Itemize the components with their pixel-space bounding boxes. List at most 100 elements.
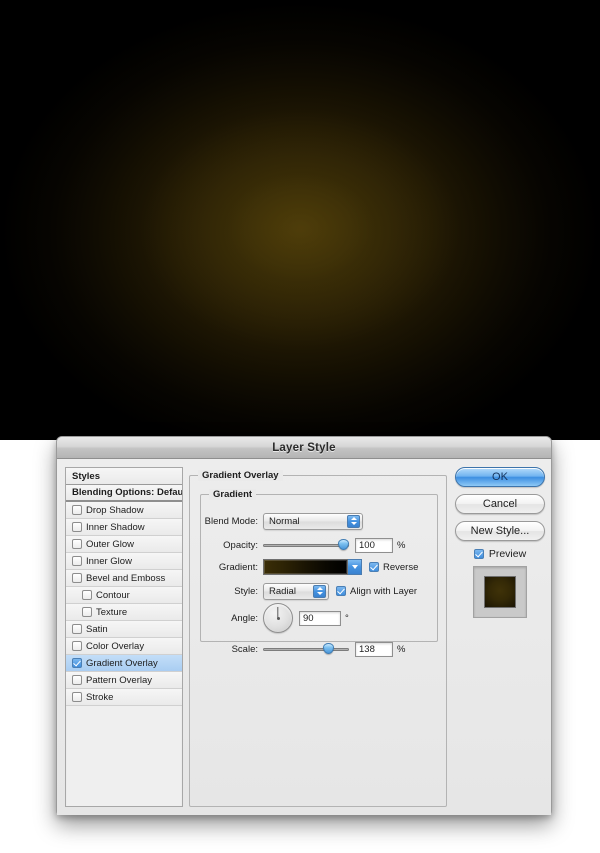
dialog-action-buttons: OK Cancel New Style... Preview: [455, 467, 545, 618]
radial-gradient-core: [0, 0, 600, 440]
reverse-checkbox-group[interactable]: Reverse: [369, 562, 418, 573]
opacity-input[interactable]: 100: [355, 537, 393, 553]
checkbox-align-with-layer[interactable]: [336, 586, 346, 596]
gradient-swatch[interactable]: [263, 559, 348, 575]
style-item-color-overlay[interactable]: Color Overlay: [66, 638, 182, 655]
styles-list-header[interactable]: Styles: [66, 468, 182, 485]
slider-thumb[interactable]: [338, 539, 349, 550]
blend-mode-row: Blend Mode: Normal: [201, 512, 437, 530]
checkbox-gradient-overlay[interactable]: [72, 658, 82, 668]
preview-thumbnail: [473, 566, 527, 618]
ok-button[interactable]: OK: [455, 467, 545, 487]
chevron-updown-icon[interactable]: [313, 584, 326, 598]
gradient-style-value: Radial: [269, 585, 296, 597]
align-with-layer-group[interactable]: Align with Layer: [336, 586, 417, 597]
new-style-button[interactable]: New Style...: [455, 521, 545, 541]
preview-thumbnail-swatch: [484, 576, 516, 608]
gradient-style-select[interactable]: Radial: [263, 582, 329, 600]
checkbox-color-overlay[interactable]: [72, 641, 82, 651]
blend-mode-value: Normal: [269, 515, 300, 527]
style-item-stroke[interactable]: Stroke: [66, 689, 182, 706]
checkbox-outer-glow[interactable]: [72, 539, 82, 549]
style-item-label: Satin: [86, 623, 108, 635]
style-item-label: Bevel and Emboss: [86, 572, 166, 584]
scale-unit: %: [397, 643, 406, 655]
styles-header-label: Styles: [72, 470, 100, 482]
checkbox-preview[interactable]: [473, 549, 484, 559]
checkbox-pattern-overlay[interactable]: [72, 675, 82, 685]
style-item-inner-shadow[interactable]: Inner Shadow: [66, 519, 182, 536]
dial-hub: [276, 616, 280, 620]
angle-input[interactable]: 90: [299, 610, 341, 626]
style-item-gradient-overlay[interactable]: Gradient Overlay: [66, 655, 182, 672]
opacity-slider[interactable]: [263, 538, 349, 552]
dialog-titlebar[interactable]: Layer Style: [57, 437, 551, 459]
gradient-overlay-group-legend: Gradient Overlay: [198, 470, 283, 481]
chevron-updown-icon[interactable]: [347, 514, 360, 528]
angle-value: 90: [303, 612, 314, 624]
blend-mode-select[interactable]: Normal: [263, 512, 363, 530]
angle-unit: °: [345, 612, 349, 624]
angle-dial[interactable]: [263, 603, 293, 633]
checkbox-inner-glow[interactable]: [72, 556, 82, 566]
checkbox-drop-shadow[interactable]: [72, 505, 82, 515]
slider-track: [263, 544, 349, 547]
style-item-label: Inner Shadow: [86, 521, 145, 533]
scale-input[interactable]: 138: [355, 641, 393, 657]
styles-list-panel[interactable]: Styles Blending Options: Default Drop Sh…: [65, 467, 183, 807]
angle-row: Angle: 90 °: [201, 601, 437, 635]
style-item-pattern-overlay[interactable]: Pattern Overlay: [66, 672, 182, 689]
style-row: Style: Radial Align with Layer: [201, 582, 437, 600]
style-item-inner-glow[interactable]: Inner Glow: [66, 553, 182, 570]
checkbox-texture[interactable]: [82, 607, 92, 617]
slider-thumb[interactable]: [323, 643, 334, 654]
style-item-bevel-and-emboss[interactable]: Bevel and Emboss: [66, 570, 182, 587]
style-item-contour[interactable]: Contour: [66, 587, 182, 604]
checkbox-contour[interactable]: [82, 590, 92, 600]
blending-options-label: Blending Options: Default: [72, 487, 183, 498]
chevron-down-icon[interactable]: [348, 559, 362, 575]
gradient-row: Gradient: Reverse: [201, 559, 437, 575]
style-item-label: Gradient Overlay: [86, 657, 158, 669]
cancel-button[interactable]: Cancel: [455, 494, 545, 514]
layer-style-dialog: Layer Style Styles Blending Options: Def…: [56, 436, 552, 815]
gradient-group-legend: Gradient: [209, 489, 257, 500]
scale-row: Scale: 138 %: [201, 641, 437, 657]
gradient-label: Gradient:: [218, 561, 258, 573]
blending-options-row[interactable]: Blending Options: Default: [66, 485, 182, 502]
blend-mode-label: Blend Mode:: [204, 515, 258, 527]
document-canvas: [0, 0, 600, 440]
style-item-drop-shadow[interactable]: Drop Shadow: [66, 502, 182, 519]
scale-slider[interactable]: [263, 642, 349, 656]
preview-checkbox-group[interactable]: Preview: [455, 548, 545, 560]
align-with-layer-label: Align with Layer: [350, 585, 418, 597]
style-item-texture[interactable]: Texture: [66, 604, 182, 621]
dialog-body: Styles Blending Options: Default Drop Sh…: [57, 459, 551, 815]
reverse-label: Reverse: [383, 561, 419, 573]
checkbox-stroke[interactable]: [72, 692, 82, 702]
gradient-group: Gradient Blend Mode: Normal Opacity: 100…: [200, 489, 438, 657]
opacity-label: Opacity:: [223, 539, 258, 551]
preview-label: Preview: [488, 548, 527, 560]
opacity-row: Opacity: 100 %: [201, 537, 437, 553]
gradient-picker[interactable]: [263, 559, 362, 575]
angle-label: Angle:: [231, 612, 258, 624]
style-item-label: Stroke: [86, 691, 114, 703]
style-item-label: Texture: [96, 606, 128, 618]
style-item-label: Color Overlay: [86, 640, 145, 652]
checkbox-satin[interactable]: [72, 624, 82, 634]
checkbox-reverse[interactable]: [369, 562, 379, 572]
opacity-value: 100: [359, 539, 375, 551]
scale-label: Scale:: [231, 643, 258, 655]
style-item-label: Drop Shadow: [86, 504, 144, 516]
style-item-label: Inner Glow: [86, 555, 132, 567]
style-item-label: Pattern Overlay: [86, 674, 152, 686]
style-item-label: Contour: [96, 589, 130, 601]
style-item-outer-glow[interactable]: Outer Glow: [66, 536, 182, 553]
checkbox-inner-shadow[interactable]: [72, 522, 82, 532]
opacity-unit: %: [397, 539, 406, 551]
dialog-title: Layer Style: [272, 441, 336, 454]
checkbox-bevel-and-emboss[interactable]: [72, 573, 82, 583]
style-item-satin[interactable]: Satin: [66, 621, 182, 638]
scale-value: 138: [359, 643, 375, 655]
